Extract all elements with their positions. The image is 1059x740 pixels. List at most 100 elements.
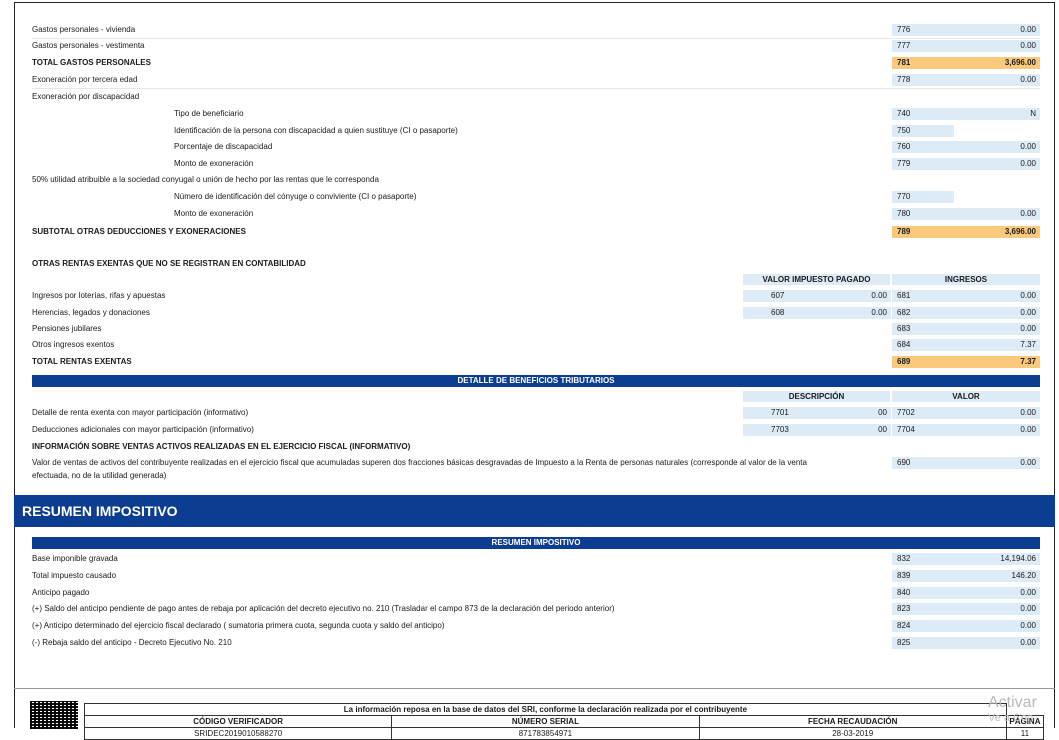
row-label: TOTAL GASTOS PERSONALES xyxy=(32,58,151,67)
row-label: Monto de exoneración xyxy=(174,209,254,218)
field-value: 3,696.00 xyxy=(954,57,1040,69)
row-label: Tipo de beneficiario xyxy=(174,109,244,118)
field-value: 146.20 xyxy=(954,570,1040,582)
row-label: Monto de exoneración xyxy=(174,159,254,168)
row-label: Ingresos por loterías, rifas y apuestas xyxy=(32,291,166,300)
field-value: 3,696.00 xyxy=(954,226,1040,238)
row-label: Detalle de renta exenta con mayor partic… xyxy=(32,408,249,417)
column-header: INGRESOS xyxy=(892,274,1040,285)
field-code: 690 xyxy=(892,457,954,469)
field-value: 7.37 xyxy=(954,356,1040,368)
field-value: 0.00 xyxy=(954,603,1040,615)
row-label: Exoneración por discapacidad xyxy=(32,92,140,101)
row-label: Anticipo pagado xyxy=(32,588,90,597)
divider xyxy=(32,88,1040,89)
numero-serial-value: 871783854971 xyxy=(391,727,700,740)
qr-code-icon xyxy=(30,701,78,729)
field-code: 839 xyxy=(892,570,954,582)
footer-header: FECHA RECAUDACIÓN xyxy=(698,715,1007,728)
pagina-value: 11 xyxy=(1005,727,1045,740)
footer-divider xyxy=(14,688,1055,689)
field-value: 00 xyxy=(805,424,891,436)
field-value: 0.00 xyxy=(954,141,1040,153)
resumen-banner: RESUMEN IMPOSITIVO xyxy=(14,495,1055,527)
field-code: 779 xyxy=(892,158,954,170)
field-value: 00 xyxy=(805,407,891,419)
footer-header: CÓDIGO VERIFICADOR xyxy=(83,715,393,728)
row-label: Exoneración por tercera edad xyxy=(32,75,138,84)
row-label: Gastos personales - vivienda xyxy=(32,25,136,34)
field-value: 0.00 xyxy=(805,290,891,302)
field-code: 689 xyxy=(892,356,954,368)
fecha-recaudacion-value: 28-03-2019 xyxy=(698,727,1007,740)
field-code: 608 xyxy=(743,307,805,319)
field-code: 760 xyxy=(892,141,954,153)
field-code: 776 xyxy=(892,24,954,36)
field-code: 750 xyxy=(892,125,954,137)
field-value: 0.00 xyxy=(954,457,1040,469)
field-code: 684 xyxy=(892,339,954,351)
field-code: 7701 xyxy=(743,407,805,419)
field-code: 825 xyxy=(892,637,954,649)
field-value: 0.00 xyxy=(954,158,1040,170)
row-label: efectuada, no de la utilidad generada) xyxy=(32,471,167,480)
field-code: 781 xyxy=(892,57,954,69)
row-label: Porcentaje de discapacidad xyxy=(174,142,273,151)
row-label: Otros ingresos exentos xyxy=(32,340,115,349)
row-label: Gastos personales - vestimenta xyxy=(32,41,145,50)
row-label: Base imponible gravada xyxy=(32,554,118,563)
field-code: 789 xyxy=(892,226,954,238)
field-code: 832 xyxy=(892,553,954,565)
field-value: N xyxy=(954,108,1040,120)
field-value: 0.00 xyxy=(954,208,1040,220)
row-label: (+) Anticipo determinado del ejercicio f… xyxy=(32,621,445,630)
field-code: 780 xyxy=(892,208,954,220)
activation-watermark-sub: Ve a Con xyxy=(988,712,1034,724)
section-title: OTRAS RENTAS EXENTAS QUE NO SE REGISTRAN… xyxy=(32,259,306,268)
row-label: Pensiones jubilares xyxy=(32,324,102,333)
field-value: 0.00 xyxy=(954,290,1040,302)
field-code: 681 xyxy=(892,290,954,302)
row-label: Herencias, legados y donaciones xyxy=(32,308,150,317)
row-label: 50% utilidad atribuible a la sociedad co… xyxy=(32,175,379,184)
footer-info: La información reposa en la base de dato… xyxy=(84,703,1007,716)
field-code: 777 xyxy=(892,40,954,52)
field-code: 740 xyxy=(892,108,954,120)
field-code: 824 xyxy=(892,620,954,632)
field-value: 0.00 xyxy=(954,24,1040,36)
footer-header: NÚMERO SERIAL xyxy=(391,715,700,728)
row-label: SUBTOTAL OTRAS DEDUCCIONES Y EXONERACION… xyxy=(32,227,246,236)
column-header: DESCRIPCIÓN xyxy=(743,391,890,402)
field-value: 0.00 xyxy=(954,620,1040,632)
codigo-verificador-value: SRIDEC2019010588270 xyxy=(83,727,393,740)
field-value: 0.00 xyxy=(954,424,1040,436)
beneficios-header: DETALLE DE BENEFICIOS TRIBUTARIOS xyxy=(32,375,1040,387)
row-label: Deducciones adicionales con mayor partic… xyxy=(32,425,254,434)
field-code: 682 xyxy=(892,307,954,319)
field-value: 7.37 xyxy=(954,339,1040,351)
section-title: INFORMACIÓN SOBRE VENTAS ACTIVOS REALIZA… xyxy=(32,442,411,451)
field-code: 7702 xyxy=(892,407,954,419)
row-label: (-) Rebaja saldo del anticipo - Decreto … xyxy=(32,638,232,647)
resumen-header: RESUMEN IMPOSITIVO xyxy=(32,537,1040,549)
column-header: VALOR IMPUESTO PAGADO xyxy=(743,274,890,285)
divider xyxy=(32,38,1040,39)
field-code: 840 xyxy=(892,587,954,599)
field-code: 823 xyxy=(892,603,954,615)
field-code: 7704 xyxy=(892,424,954,436)
row-label: (+) Saldo del anticipo pendiente de pago… xyxy=(32,604,615,613)
field-code: 778 xyxy=(892,74,954,86)
activation-watermark: Activar xyxy=(988,694,1037,711)
column-header: VALOR xyxy=(892,391,1040,402)
field-value: 0.00 xyxy=(954,74,1040,86)
row-label: Número de identificación del cónyuge o c… xyxy=(174,192,417,201)
footer-table: La información reposa en la base de dato… xyxy=(83,703,1045,740)
field-value: 0.00 xyxy=(954,307,1040,319)
field-value: 0.00 xyxy=(954,587,1040,599)
field-code: 683 xyxy=(892,323,954,335)
field-value: 0.00 xyxy=(805,307,891,319)
row-label: Identificación de la persona con discapa… xyxy=(174,126,458,135)
field-value: 0.00 xyxy=(954,407,1040,419)
field-value: 0.00 xyxy=(954,637,1040,649)
field-code: 770 xyxy=(892,191,954,203)
